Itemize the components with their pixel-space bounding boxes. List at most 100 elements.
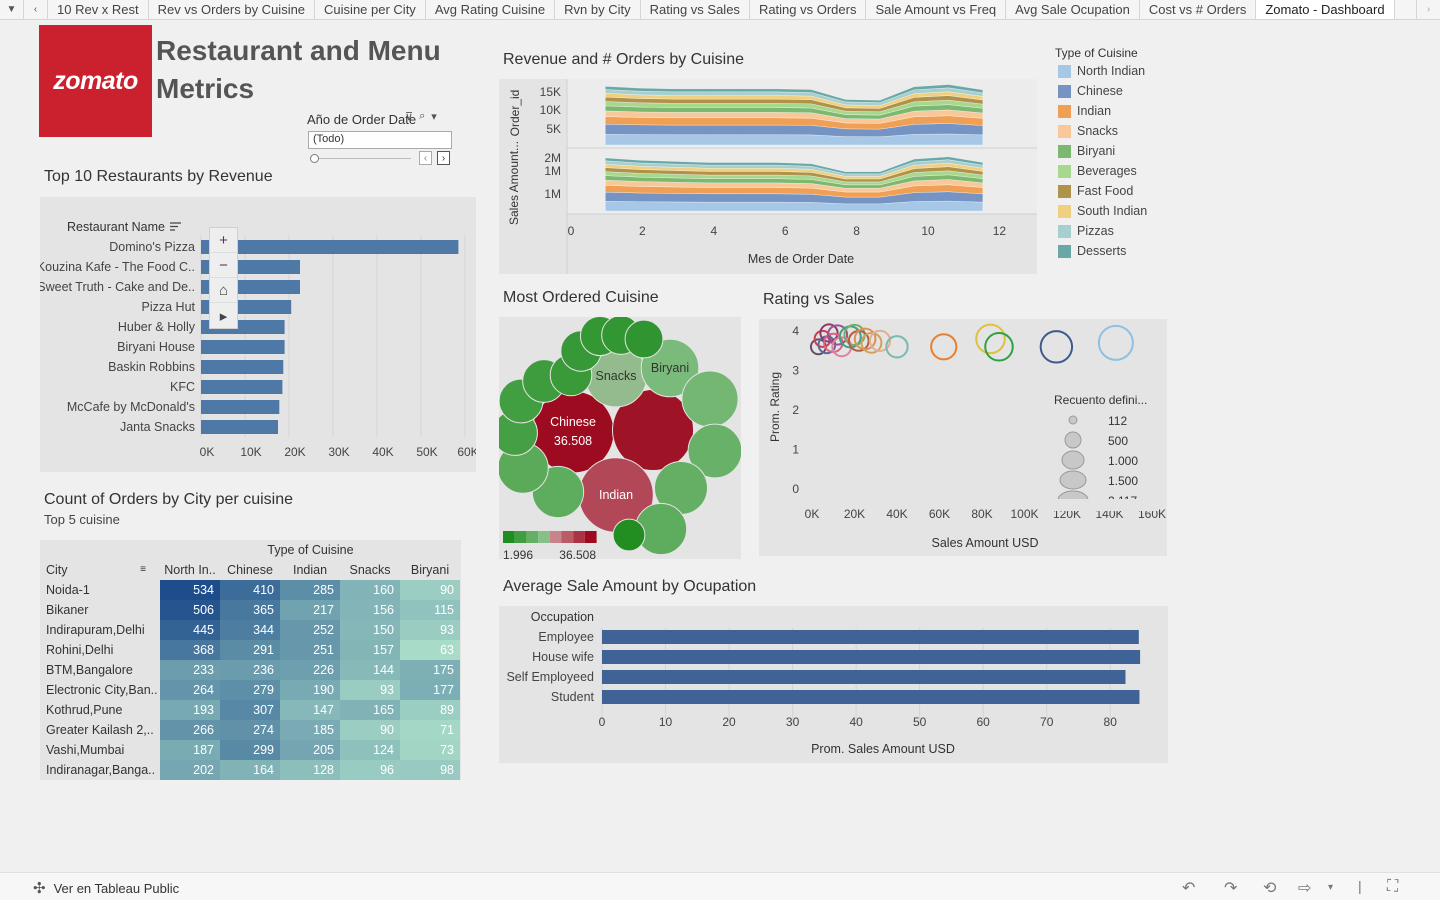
table-row[interactable]: Indirapuram,Delhi 445 344 252 150 93 [40, 620, 461, 640]
table-row[interactable]: Greater Kailash 2,.. 266 274 185 90 71 [40, 720, 461, 740]
table-row[interactable]: Indiranagar,Banga.. 202 164 128 96 98 [40, 760, 461, 780]
bubble[interactable] [681, 370, 739, 428]
bar[interactable] [201, 240, 459, 254]
heatmap-cell[interactable]: 299 [220, 740, 280, 760]
heatmap-cell[interactable]: 157 [340, 640, 400, 660]
year-prev-button[interactable]: ‹ [419, 151, 432, 165]
bar[interactable] [201, 360, 284, 374]
sheet-tab[interactable]: Rating vs Orders [750, 0, 867, 19]
legend-item[interactable]: Snacks [1058, 123, 1118, 139]
bar[interactable] [201, 420, 278, 434]
heatmap-cell[interactable]: 71 [400, 720, 460, 740]
scatter-point[interactable] [975, 323, 1006, 355]
pan-mode-button[interactable]: ▸ [210, 303, 237, 328]
heatmap-cell[interactable]: 279 [220, 680, 280, 700]
heatmap-cell[interactable]: 144 [340, 660, 400, 680]
area-series[interactable] [605, 200, 983, 212]
legend-item[interactable]: Chinese [1058, 83, 1123, 99]
filter-dropdown-icon[interactable]: ▾ [431, 110, 437, 123]
heatmap-cell[interactable]: 266 [160, 720, 220, 740]
table-row[interactable]: Bikaner 506 365 217 156 115 [40, 600, 461, 620]
sheet-tab[interactable]: 10 Rev x Rest [48, 0, 149, 19]
sheet-tab[interactable]: Zomato - Dashboard [1256, 0, 1395, 19]
heatmap-cell[interactable]: 156 [340, 600, 400, 620]
heatmap-cell[interactable]: 236 [220, 660, 280, 680]
heatmap-cell[interactable]: 175 [400, 660, 460, 680]
heatmap-cell[interactable]: 93 [400, 620, 460, 640]
heatmap-cell[interactable]: 93 [340, 680, 400, 700]
year-next-button[interactable]: › [437, 151, 450, 165]
sheet-tab[interactable]: Sale Amount vs Freq [866, 0, 1007, 19]
bubble[interactable] [612, 518, 646, 552]
bubble[interactable] [624, 319, 664, 359]
scatter-point[interactable] [1039, 330, 1074, 364]
heatmap-cell[interactable]: 187 [160, 740, 220, 760]
view-on-tableau-public-link[interactable]: ✣ Ver en Tableau Public [33, 879, 179, 897]
heatmap-cell[interactable]: 205 [280, 740, 340, 760]
table-row[interactable]: Vashi,Mumbai 187 299 205 124 73 [40, 740, 461, 760]
legend-item[interactable]: South Indian [1058, 203, 1147, 219]
heatmap-cell[interactable]: 147 [280, 700, 340, 720]
heatmap-cell[interactable]: 63 [400, 640, 460, 660]
fullscreen-icon[interactable]: ⛶ [1387, 878, 1398, 896]
heatmap-cell[interactable]: 410 [220, 580, 280, 600]
heatmap-cell[interactable]: 264 [160, 680, 220, 700]
bar[interactable] [201, 380, 283, 394]
sort-icon[interactable]: ≡ [140, 560, 146, 580]
heatmap-cell[interactable]: 193 [160, 700, 220, 720]
share-dropdown-icon[interactable]: ▾ [1328, 882, 1333, 893]
heatmap-cell[interactable]: 226 [280, 660, 340, 680]
sheet-tab[interactable]: Cuisine per City [315, 0, 426, 19]
redo-icon[interactable]: ↷ [1224, 878, 1237, 898]
filter-clear-icon[interactable]: ⊽ [405, 110, 413, 123]
heatmap-cell[interactable]: 115 [400, 600, 460, 620]
bar[interactable] [602, 690, 1140, 704]
scatter-point[interactable] [885, 335, 909, 359]
heatmap-cell[interactable]: 124 [340, 740, 400, 760]
heatmap-cell[interactable]: 252 [280, 620, 340, 640]
sheet-tab[interactable]: Avg Rating Cuisine [426, 0, 556, 19]
heatmap-cell[interactable]: 233 [160, 660, 220, 680]
heatmap-cell[interactable]: 445 [160, 620, 220, 640]
heatmap-cell[interactable]: 185 [280, 720, 340, 740]
table-row[interactable]: Rohini,Delhi 368 291 251 157 63 [40, 640, 461, 660]
year-slider-handle[interactable] [310, 154, 319, 163]
legend-item[interactable]: Pizzas [1058, 223, 1114, 239]
bar[interactable] [602, 670, 1126, 684]
heatmap-cell[interactable]: 251 [280, 640, 340, 660]
heatmap-cell[interactable]: 73 [400, 740, 460, 760]
legend-item[interactable]: Biryani [1058, 143, 1115, 159]
legend-item[interactable]: North Indian [1058, 63, 1145, 79]
sheet-tab[interactable]: Rev vs Orders by Cuisine [149, 0, 316, 19]
heatmap-cell[interactable]: 274 [220, 720, 280, 740]
share-icon[interactable]: ⇨ [1298, 878, 1311, 898]
heatmap-cell[interactable]: 202 [160, 760, 220, 780]
heatmap-cell[interactable]: 98 [400, 760, 460, 780]
scatter-point[interactable] [1097, 324, 1134, 361]
sheet-tab[interactable]: Avg Sale Ocupation [1006, 0, 1140, 19]
undo-icon[interactable]: ↶ [1182, 878, 1195, 898]
heatmap-cell[interactable]: 365 [220, 600, 280, 620]
heatmap-cell[interactable]: 307 [220, 700, 280, 720]
legend-item[interactable]: Indian [1058, 103, 1111, 119]
heatmap-cell[interactable]: 96 [340, 760, 400, 780]
legend-item[interactable]: Desserts [1058, 243, 1126, 259]
heatmap-cell[interactable]: 164 [220, 760, 280, 780]
bar[interactable] [602, 650, 1141, 664]
heatmap-cell[interactable]: 291 [220, 640, 280, 660]
heatmap-cell[interactable]: 177 [400, 680, 460, 700]
tab-menu-button[interactable]: ▼ [0, 0, 24, 19]
heatmap-cell[interactable]: 368 [160, 640, 220, 660]
sort-icon[interactable] [170, 222, 181, 231]
legend-item[interactable]: Fast Food [1058, 183, 1133, 199]
revert-icon[interactable]: ⟲ [1263, 878, 1276, 898]
table-row[interactable]: Noida-1 534 410 285 160 90 [40, 580, 461, 600]
bar[interactable] [201, 400, 280, 414]
zoom-home-button[interactable]: ⌂ [210, 278, 237, 303]
heatmap-cell[interactable]: 506 [160, 600, 220, 620]
heatmap-cell[interactable]: 190 [280, 680, 340, 700]
heatmap-cell[interactable]: 89 [400, 700, 460, 720]
tab-scroll-right-button[interactable]: › [1416, 0, 1440, 19]
heatmap-cell[interactable]: 534 [160, 580, 220, 600]
table-row[interactable]: BTM,Bangalore 233 236 226 144 175 [40, 660, 461, 680]
